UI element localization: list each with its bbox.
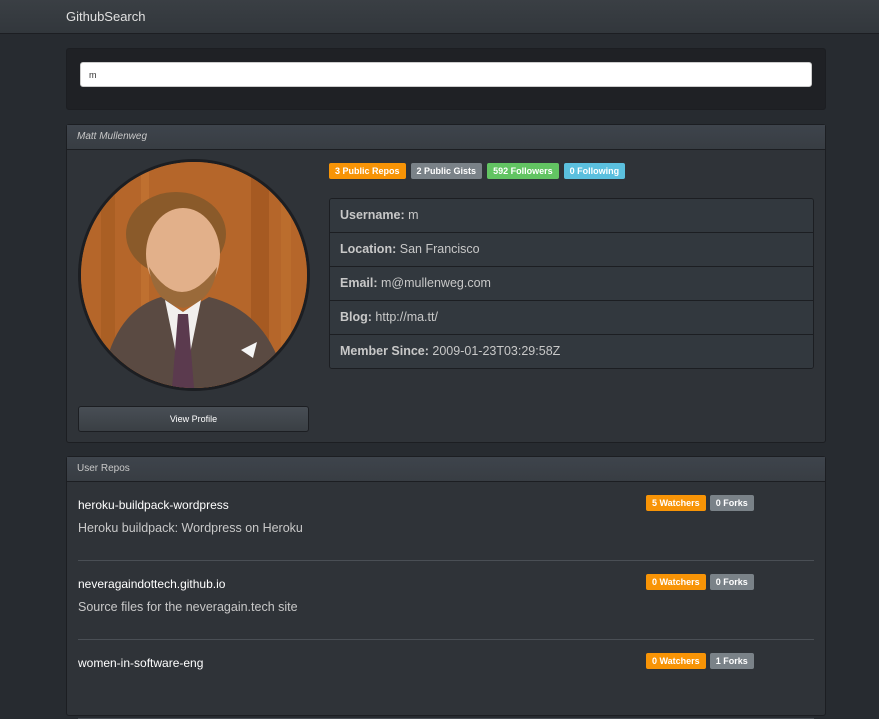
avatar (81, 162, 307, 388)
repos-panel: User Repos heroku-buildpack-wordpress He… (66, 456, 826, 719)
list-item: heroku-buildpack-wordpress Heroku buildp… (78, 482, 814, 561)
info-value: San Francisco (399, 242, 480, 256)
repo-badges: 0 Watchers 0 Forks (646, 574, 754, 590)
profile-panel: Matt Mullenweg View Profile 3 Public Rep… (66, 124, 826, 443)
info-value: m (408, 208, 419, 222)
repo-badges: 5 Watchers 0 Forks (646, 495, 754, 511)
search-panel (66, 48, 826, 110)
info-location: Location: San Francisco (330, 233, 813, 267)
info-blog: Blog: http://ma.tt/ (330, 301, 813, 335)
view-profile-button[interactable]: View Profile (78, 406, 309, 432)
info-label: Blog: (340, 310, 372, 324)
watchers-badge: 5 Watchers (646, 495, 706, 511)
repo-description: Heroku buildpack: Wordpress on Heroku (78, 521, 303, 535)
info-label: Username: (340, 208, 405, 222)
info-label: Email: (340, 276, 378, 290)
info-email: Email: m@mullenweg.com (330, 267, 813, 301)
forks-badge: 0 Forks (709, 574, 754, 590)
public-repos-badge: 3 Public Repos (329, 163, 406, 179)
info-label: Member Since: (340, 344, 429, 358)
search-input[interactable] (80, 62, 812, 87)
list-item: neveragaindottech.github.io Source files… (78, 561, 814, 640)
navbar: GithubSearch (0, 0, 879, 34)
forks-badge: 0 Forks (709, 495, 754, 511)
profile-badges: 3 Public Repos 2 Public Gists 592 Follow… (329, 163, 626, 179)
forks-badge: 1 Forks (709, 653, 754, 669)
info-value: 2009-01-23T03:29:58Z (432, 344, 561, 358)
list-item: women-in-software-eng 0 Watchers 1 Forks (78, 640, 814, 719)
followers-badge: 592 Followers (487, 163, 559, 179)
repo-name-link[interactable]: heroku-buildpack-wordpress (78, 498, 229, 512)
watchers-badge: 0 Watchers (646, 574, 706, 590)
info-value: http://ma.tt/ (375, 310, 438, 324)
repo-description: Source files for the neveragain.tech sit… (78, 600, 298, 614)
repo-name-link[interactable]: neveragaindottech.github.io (78, 577, 225, 591)
info-label: Location: (340, 242, 397, 256)
following-badge: 0 Following (563, 163, 626, 179)
info-member-since: Member Since: 2009-01-23T03:29:58Z (330, 335, 813, 368)
info-username: Username: m (330, 199, 813, 233)
repos-heading: User Repos (67, 457, 825, 482)
repo-name-link[interactable]: women-in-software-eng (78, 656, 203, 670)
profile-info-list: Username: m Location: San Francisco Emai… (329, 198, 814, 369)
brand-link[interactable]: GithubSearch (66, 9, 146, 24)
profile-name-heading: Matt Mullenweg (67, 125, 825, 150)
public-gists-badge: 2 Public Gists (410, 163, 483, 179)
watchers-badge: 0 Watchers (646, 653, 706, 669)
repo-badges: 0 Watchers 1 Forks (646, 653, 754, 669)
avatar-frame (78, 159, 310, 391)
info-value: m@mullenweg.com (381, 276, 491, 290)
